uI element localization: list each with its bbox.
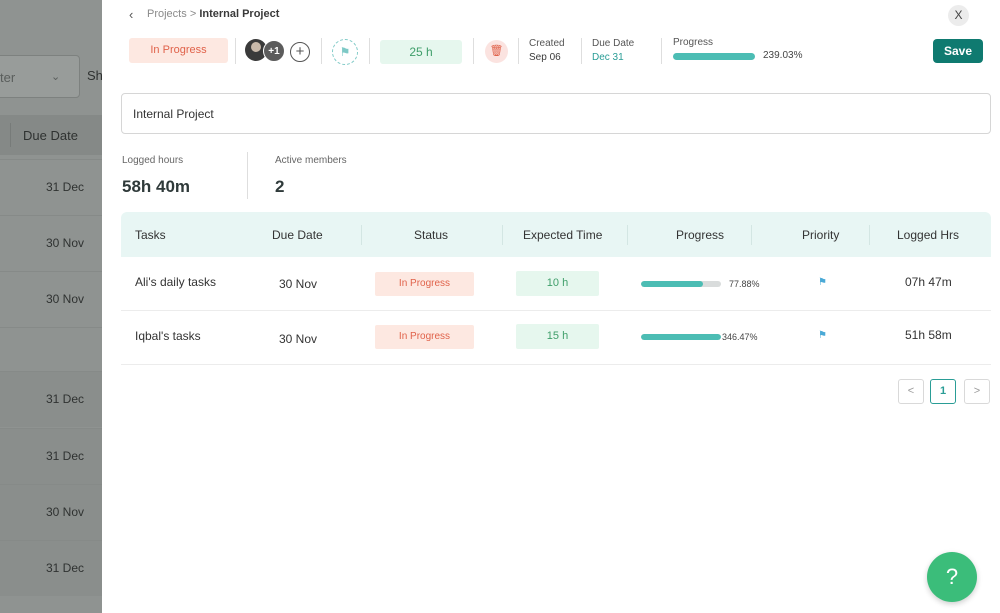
task-logged-hours: 51h 58m bbox=[905, 328, 952, 342]
created-date: Created Sep 06 bbox=[529, 37, 565, 64]
save-button[interactable]: Save bbox=[933, 39, 983, 63]
background-row: 31 Dec bbox=[0, 159, 102, 215]
header-status: Status bbox=[414, 228, 449, 242]
background-show-text: Sh bbox=[87, 68, 102, 83]
task-progress-fill bbox=[641, 334, 721, 340]
due-date[interactable]: Due Date Dec 31 bbox=[592, 37, 634, 64]
background-page: ter ⌄ Sh Due Date 31 Dec 30 Nov 30 Nov 3… bbox=[0, 0, 102, 613]
breadcrumb: Projects > Internal Project bbox=[147, 8, 279, 20]
task-expected-hours[interactable]: 15 h bbox=[516, 324, 599, 349]
tasks-table: Tasks Due Date Status Expected Time Prog… bbox=[121, 212, 991, 365]
logged-hours-value: 58h 40m bbox=[122, 177, 191, 196]
divider bbox=[235, 38, 236, 64]
header-expected-time: Expected Time bbox=[523, 228, 603, 242]
background-filter-text: ter bbox=[0, 70, 16, 85]
task-status-badge[interactable]: In Progress bbox=[375, 325, 474, 349]
priority-flag-icon[interactable]: ⚑ bbox=[818, 277, 827, 288]
created-value: Sep 06 bbox=[529, 52, 561, 63]
page-1-button[interactable]: 1 bbox=[930, 379, 956, 404]
background-table-header: Due Date bbox=[0, 115, 102, 155]
drawer-topbar: ‹ Projects > Internal Project X In Progr… bbox=[102, 0, 1000, 80]
background-row: 30 Nov bbox=[0, 271, 102, 327]
priority-flag-icon[interactable]: ⚑ bbox=[818, 330, 827, 341]
task-progress-value: 346.47% bbox=[722, 332, 758, 342]
task-progress-bar bbox=[641, 281, 721, 287]
logged-hours-label: Logged hours bbox=[122, 155, 184, 166]
breadcrumb-separator: > bbox=[189, 8, 197, 20]
trash-icon[interactable]: 🗑 bbox=[485, 40, 508, 63]
task-name[interactable]: Ali's daily tasks bbox=[135, 275, 216, 289]
active-members-label: Active members bbox=[275, 155, 347, 166]
divider bbox=[661, 38, 662, 64]
divider bbox=[321, 38, 322, 64]
divider bbox=[369, 38, 370, 64]
table-row[interactable]: Iqbal's tasks 30 Nov In Progress 15 h 34… bbox=[121, 311, 991, 365]
table-header: Tasks Due Date Status Expected Time Prog… bbox=[121, 212, 991, 257]
header-logged-hrs: Logged Hrs bbox=[897, 228, 960, 242]
prev-page-button[interactable]: < bbox=[898, 379, 924, 404]
due-date-label: Due Date bbox=[592, 38, 635, 49]
breadcrumb-parent[interactable]: Projects bbox=[147, 8, 187, 20]
header-priority: Priority bbox=[802, 228, 840, 242]
task-progress-value: 77.88% bbox=[729, 279, 760, 289]
priority-flag-icon[interactable]: ⚑ bbox=[332, 39, 358, 65]
chevron-down-icon: ⌄ bbox=[51, 71, 61, 83]
divider bbox=[247, 152, 248, 199]
background-row: 31 Dec bbox=[0, 428, 102, 484]
add-member-icon[interactable]: + bbox=[290, 42, 310, 62]
help-button[interactable]: ? bbox=[927, 552, 977, 602]
header-due-date: Due Date bbox=[272, 228, 323, 242]
divider bbox=[473, 38, 474, 64]
header-tasks: Tasks bbox=[135, 228, 166, 242]
background-row: 30 Nov bbox=[0, 484, 102, 540]
background-due-date-header: Due Date bbox=[23, 128, 78, 143]
task-progress-fill bbox=[641, 281, 704, 287]
next-page-button[interactable]: > bbox=[964, 379, 990, 404]
project-progress-value: 239.03% bbox=[763, 50, 803, 61]
close-button[interactable]: X bbox=[948, 5, 969, 26]
divider bbox=[581, 38, 582, 64]
background-row: 31 Dec bbox=[0, 540, 102, 596]
task-due-date[interactable]: 30 Nov bbox=[279, 332, 317, 346]
task-due-date[interactable]: 30 Nov bbox=[279, 277, 317, 291]
header-progress: Progress bbox=[676, 228, 725, 242]
task-status-badge[interactable]: In Progress bbox=[375, 272, 474, 296]
background-row: 31 Dec bbox=[0, 371, 102, 427]
background-row: 30 Nov bbox=[0, 215, 102, 271]
task-logged-hours: 07h 47m bbox=[905, 275, 952, 289]
progress-label: Progress bbox=[673, 37, 714, 48]
created-label: Created bbox=[529, 38, 565, 49]
extra-members-avatar[interactable]: +1 bbox=[263, 40, 285, 62]
task-name[interactable]: Iqbal's tasks bbox=[135, 329, 201, 343]
project-drawer: ‹ Projects > Internal Project X In Progr… bbox=[102, 0, 1000, 613]
table-row[interactable]: Ali's daily tasks 30 Nov In Progress 10 … bbox=[121, 257, 991, 311]
active-members-value: 2 bbox=[275, 177, 285, 196]
task-progress-bar bbox=[641, 334, 721, 340]
back-chevron-icon[interactable]: ‹ bbox=[129, 7, 133, 22]
breadcrumb-current: Internal Project bbox=[199, 8, 280, 20]
project-name-input[interactable] bbox=[121, 93, 991, 134]
divider bbox=[518, 38, 519, 64]
due-date-value[interactable]: Dec 31 bbox=[592, 51, 634, 64]
project-progress-bar bbox=[673, 53, 755, 60]
estimated-hours-badge[interactable]: 25 h bbox=[380, 40, 462, 64]
task-expected-hours[interactable]: 10 h bbox=[516, 271, 599, 296]
project-status-badge[interactable]: In Progress bbox=[129, 38, 228, 63]
